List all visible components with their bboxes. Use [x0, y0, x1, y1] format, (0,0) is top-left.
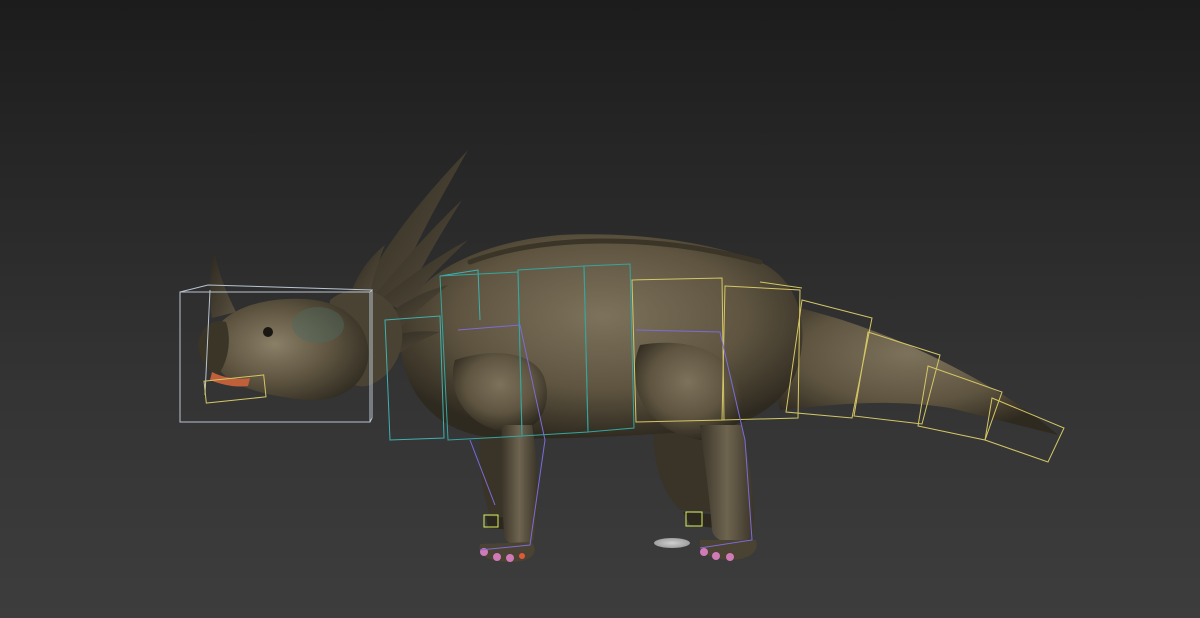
front-claw-marker — [493, 553, 501, 561]
front-claw-marker — [519, 553, 525, 559]
scene-canvas[interactable] — [0, 0, 1200, 618]
3d-viewport[interactable] — [0, 0, 1200, 618]
eye — [263, 327, 273, 337]
hind-claw-marker — [712, 552, 720, 560]
cheek-tint — [292, 307, 344, 343]
hind-claw-marker — [700, 548, 708, 556]
ground-marker — [654, 538, 690, 548]
hind-claw-marker — [726, 553, 734, 561]
front-claw-marker — [506, 554, 514, 562]
nasal-horn[interactable] — [209, 250, 236, 318]
tail[interactable] — [760, 300, 1058, 435]
